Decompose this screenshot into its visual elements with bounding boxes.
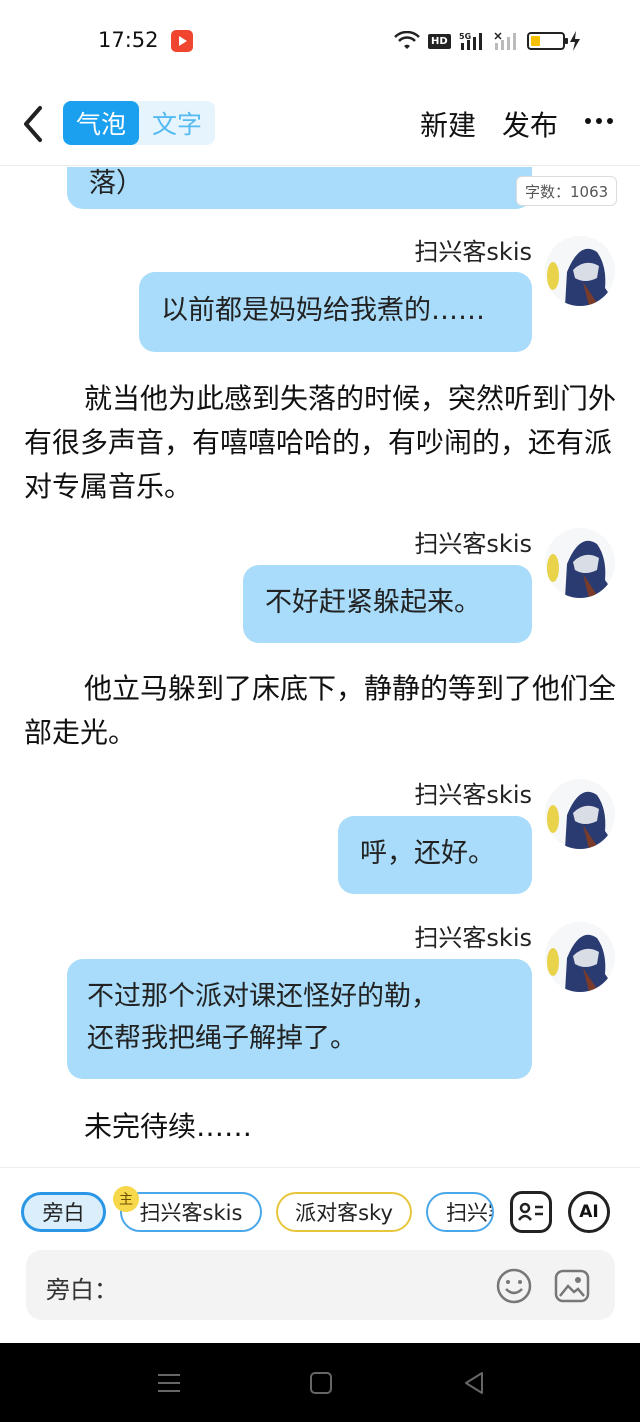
message-text: 落） — [89, 168, 143, 199]
status-time: 17:52 — [98, 28, 159, 52]
avatar[interactable] — [545, 922, 615, 992]
avatar-image — [547, 934, 615, 992]
more-menu-button[interactable] — [583, 118, 615, 126]
wifi-icon — [394, 31, 420, 49]
word-count-badge: 字数：1063 — [516, 176, 618, 206]
tab-bubble-mode[interactable]: 气泡 — [63, 101, 139, 145]
host-badge: 主 — [113, 1186, 139, 1212]
message-input[interactable]: 旁白： — [26, 1250, 615, 1320]
role-chip-narration[interactable]: 旁白 — [21, 1192, 106, 1232]
avatar[interactable] — [545, 236, 615, 306]
system-nav-bar — [0, 1343, 640, 1422]
narration-paragraph[interactable]: 就当他为此感到失落的时候，突然听到门外有很多声音，有嘻嘻哈哈的，有吵闹的，还有派… — [24, 377, 616, 509]
message-bubble[interactable]: 呼，还好。 — [338, 816, 532, 894]
avatar[interactable] — [545, 528, 615, 598]
avatar[interactable] — [545, 779, 615, 849]
hd-badge: HD — [428, 33, 451, 49]
charging-icon — [569, 31, 580, 51]
signal-icon — [494, 32, 516, 50]
menu-icon[interactable] — [156, 1371, 182, 1395]
composer-panel: 旁白 主 扫兴客skis 派对客sky 扫兴客skis AI 旁白： — [0, 1167, 640, 1343]
sender-name: 扫兴客skis — [414, 530, 532, 558]
signal-5g-icon: 5G — [459, 32, 482, 50]
sender-name: 扫兴客skis — [414, 238, 532, 266]
home-icon[interactable] — [308, 1371, 334, 1395]
image-icon[interactable] — [554, 1268, 590, 1304]
role-chip-skis-2[interactable]: 扫兴客skis — [426, 1192, 494, 1232]
input-role-label: 旁白： — [46, 1276, 118, 1304]
message-bubble[interactable]: 不好赶紧躲起来。 — [243, 565, 532, 643]
top-bar: 气泡 文字 新建 发布 — [0, 82, 640, 166]
new-button[interactable]: 新建 — [420, 104, 476, 144]
status-bar: 17:52 HD 5G — [0, 0, 640, 82]
avatar-image — [547, 791, 615, 849]
video-app-icon — [171, 30, 193, 52]
story-content[interactable]: 落） 字数：1063 扫兴客skis 以前都是妈妈给我煮的…… 就当他为此感到失… — [0, 167, 640, 1167]
mode-toggle: 气泡 文字 — [63, 101, 215, 145]
narration-paragraph[interactable]: 他立马躲到了床底下，静静的等到了他们全部走光。 — [24, 667, 616, 755]
role-card-icon[interactable] — [510, 1191, 552, 1233]
tab-text-mode[interactable]: 文字 — [139, 101, 215, 145]
message-text-line: 还帮我把绳子解掉了。 — [87, 1023, 357, 1054]
role-chip-sky[interactable]: 派对客sky — [276, 1192, 412, 1232]
ending-text[interactable]: 未完待续…… — [24, 1105, 616, 1149]
message-text: 以前都是妈妈给我煮的…… — [161, 295, 485, 326]
back-arrow-icon[interactable] — [18, 104, 50, 144]
sender-name: 扫兴客skis — [414, 781, 532, 809]
emoji-icon[interactable] — [496, 1268, 532, 1304]
message-text: 呼，还好。 — [360, 838, 495, 869]
message-bubble-partial[interactable]: 落） — [67, 167, 532, 209]
message-text: 不好赶紧躲起来。 — [265, 587, 481, 618]
message-bubble[interactable]: 不过那个派对课还怪好的勒， 还帮我把绳子解掉了。 — [67, 959, 532, 1079]
back-triangle-icon[interactable] — [462, 1371, 488, 1395]
message-bubble[interactable]: 以前都是妈妈给我煮的…… — [139, 272, 532, 352]
svg-text:5G: 5G — [459, 32, 471, 41]
battery-icon — [526, 32, 568, 50]
avatar-image — [547, 248, 615, 306]
status-icons: HD 5G — [394, 29, 581, 53]
role-chip-skis[interactable]: 扫兴客skis — [120, 1192, 262, 1232]
message-text-line: 不过那个派对课还怪好的勒， — [87, 981, 438, 1012]
publish-button[interactable]: 发布 — [502, 104, 558, 144]
sender-name: 扫兴客skis — [414, 924, 532, 952]
avatar-image — [547, 540, 615, 598]
ai-button[interactable]: AI — [568, 1191, 610, 1233]
